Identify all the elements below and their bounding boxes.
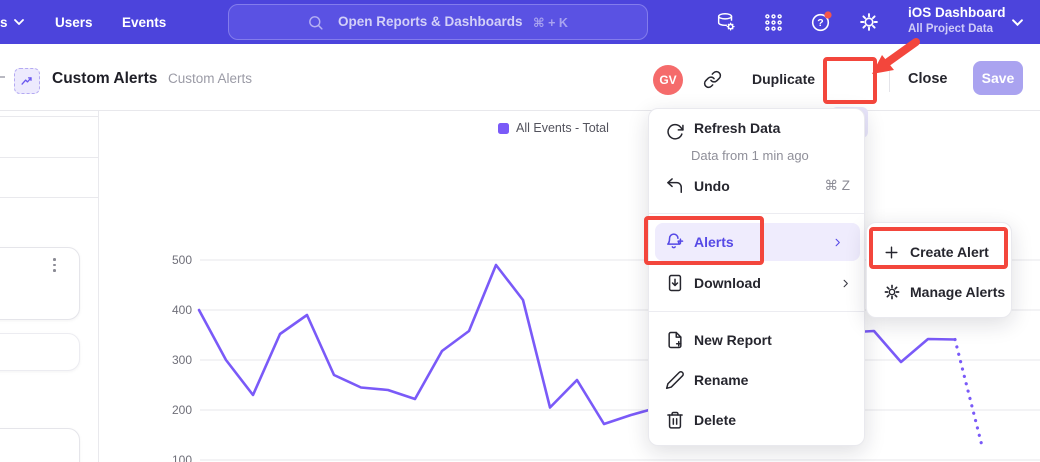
download-icon (665, 273, 685, 293)
chevron-down-icon (1012, 19, 1023, 26)
save-button[interactable]: Save (973, 61, 1023, 95)
menu-item-download[interactable]: Download (649, 263, 864, 303)
menu-item-refresh-data[interactable]: Refresh Data Data from 1 min ago (649, 118, 864, 164)
menu-item-delete[interactable]: Delete (649, 400, 864, 440)
sidebar-card[interactable] (0, 333, 80, 371)
svg-text:?: ? (817, 17, 823, 29)
nav-item-events[interactable]: Events (122, 0, 166, 44)
alerts-submenu: Create Alert Manage Alerts (866, 222, 1012, 318)
sidebar-divider (0, 157, 98, 158)
chevron-down-icon (14, 19, 24, 25)
submenu-item-create-alert[interactable]: Create Alert (867, 233, 1011, 271)
chart-legend: All Events - Total (498, 121, 609, 135)
bell-plus-icon (665, 232, 685, 252)
sidebar-divider (0, 197, 98, 198)
menu-item-undo[interactable]: Undo ⌘ Z (649, 166, 864, 206)
file-plus-icon (665, 330, 685, 350)
divider (889, 64, 890, 92)
pencil-icon (665, 370, 685, 390)
duplicate-button[interactable]: Duplicate (752, 71, 815, 87)
chevron-right-icon (832, 237, 843, 248)
top-nav-bar: s Users Events Open Reports & Dashboards… (0, 0, 1040, 44)
close-button[interactable]: Close (908, 71, 948, 87)
help-icon[interactable]: ? (807, 8, 835, 36)
sidebar-divider (0, 116, 98, 117)
nav-item-users[interactable]: Users (55, 0, 93, 44)
menu-separator (649, 311, 864, 312)
menu-item-alerts[interactable]: Alerts (655, 223, 860, 261)
copy-link-icon[interactable] (703, 70, 722, 89)
insights-report-icon (14, 68, 40, 94)
sidebar-card[interactable] (0, 247, 80, 320)
apps-grid-icon[interactable] (759, 8, 787, 36)
legend-swatch (498, 123, 509, 134)
chevron-right-icon (840, 278, 851, 289)
undo-shortcut: ⌘ Z (825, 178, 851, 194)
breadcrumb: Custom Alerts (168, 71, 252, 86)
data-management-icon[interactable] (712, 8, 740, 36)
kebab-menu-icon[interactable] (53, 258, 56, 272)
notification-dot (824, 11, 831, 18)
report-header: Custom Alerts Custom Alerts GV Duplicate… (0, 44, 1040, 111)
global-search-input[interactable]: Open Reports & Dashboards ⌘ + K (228, 4, 648, 40)
sidebar-card[interactable] (0, 428, 80, 462)
search-shortcut: ⌘ + K (533, 15, 568, 30)
menu-separator (649, 213, 864, 214)
gear-icon (883, 283, 901, 301)
nav-item-cut-off[interactable]: s (0, 0, 24, 44)
app-window: 100200300400500 All Events - Total Custo… (0, 0, 1040, 462)
search-placeholder: Open Reports & Dashboards (338, 14, 523, 29)
legend-label: All Events - Total (516, 121, 609, 135)
menu-item-rename[interactable]: Rename (649, 360, 864, 400)
context-menu: Refresh Data Data from 1 min ago Undo ⌘ … (648, 108, 865, 446)
refresh-subtext: Data from 1 min ago (691, 148, 809, 163)
menu-item-new-report[interactable]: New Report (649, 320, 864, 360)
submenu-item-manage-alerts[interactable]: Manage Alerts (867, 273, 1011, 311)
search-icon (307, 14, 324, 31)
settings-gear-icon[interactable] (855, 8, 883, 36)
undo-icon (665, 176, 685, 196)
cut-off-element (0, 76, 5, 78)
page-title: Custom Alerts (52, 70, 157, 88)
plus-icon (883, 243, 901, 261)
refresh-icon (665, 122, 685, 142)
avatar[interactable]: GV (653, 65, 683, 95)
trash-icon (665, 410, 685, 430)
panel-divider (98, 110, 99, 462)
